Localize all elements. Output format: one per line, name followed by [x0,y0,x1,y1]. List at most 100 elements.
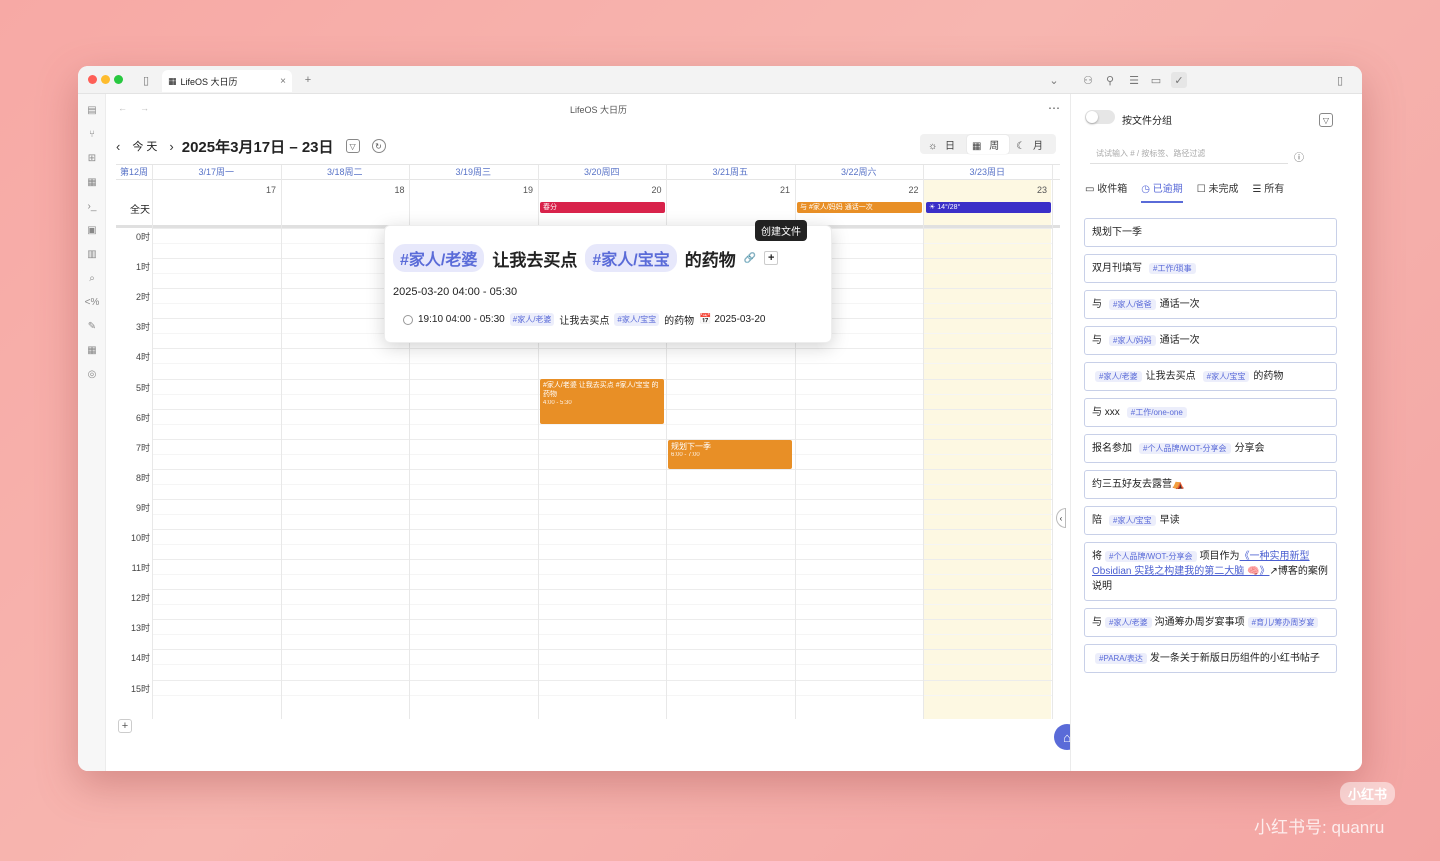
popup-task-line: 19:10 04:00 - 05:30 #家人/老婆 让我去买点 #家人/宝宝 … [403,312,765,327]
calendar-check-icon[interactable]: ▦ [84,342,100,358]
day-header[interactable]: 3/22周六 [795,165,924,179]
task-item[interactable]: 双月刊填写 #工作/琐事 [1084,254,1337,283]
calendar-icon[interactable]: ▦ [84,174,100,190]
tab-overdue[interactable]: ◷ 已逾期 [1141,180,1183,203]
pen-icon[interactable]: ✎ [84,318,100,334]
search-plugin-icon[interactable]: ⚲ [1102,72,1118,88]
graph-view-icon[interactable]: ⑂ [84,126,100,142]
add-event-button[interactable]: + [118,719,132,733]
tab-title: LifeOS 大日历 [180,76,238,87]
task-item[interactable]: 报名参加 #个人品牌/WOT-分享会 分享会 [1084,434,1337,463]
close-window-button[interactable] [88,75,97,84]
back-arrow-icon[interactable]: ← [118,103,127,113]
right-sidebar-toggle-icon[interactable]: ▯ [1332,72,1348,88]
hour-label: 3时 [135,322,150,333]
task-item[interactable]: 与 xxx #工作/one-one [1084,398,1337,427]
task-item[interactable]: 规划下一季 [1084,218,1337,247]
task-item[interactable]: 陪 #家人/宝宝 早读 [1084,506,1337,535]
list-icon[interactable]: ☰ [1126,72,1142,88]
file-icon[interactable]: ▤ [84,102,100,118]
hour-label: 10时 [130,533,150,543]
task-item[interactable]: 与 #家人/妈妈 通话一次 [1084,326,1337,355]
terminal-icon[interactable]: ›_ [84,198,100,214]
day-number[interactable]: 19 [413,185,533,195]
tab-inbox[interactable]: ▭ 收件箱 [1085,180,1127,203]
today-button[interactable]: 今 天 [132,138,157,154]
day-header[interactable]: 3/19周三 [409,165,538,179]
sidebar-toggle-icon[interactable]: ▯ [138,72,154,88]
graph-icon[interactable]: ⚇ [1080,72,1096,88]
event-time: 6:00 - 7:00 [671,452,700,458]
task-item[interactable]: 将 #个人品牌/WOT-分享会 项目作为《一种实用新型 Obsidian 实践之构建… [1084,542,1337,601]
day-header[interactable]: 3/20周四 [538,165,667,179]
tab-lifeos[interactable]: ▦ LifeOS 大日历 × [162,70,292,92]
task-item[interactable]: #PARA/表达 发一条关于新版日历组件的小红书帖子 [1084,644,1337,673]
column-divider [152,165,153,719]
more-options-icon[interactable]: ⋯ [1048,101,1060,115]
event-plan-next-quarter[interactable]: 规划下一季 6:00 - 7:00 [668,440,792,469]
half-hour-line [152,453,1052,455]
day-number[interactable]: 22 [799,185,918,195]
hour-line [152,619,1052,621]
filter-icon[interactable]: ▽ [1319,113,1333,127]
check-circle-icon[interactable]: ◎ [84,366,100,382]
help-icon[interactable]: ⓘ [1294,149,1304,164]
task-item[interactable]: 与 #家人/老婆 沟通筹办周岁宴事项 #育儿/筹办周岁宴 [1084,608,1337,637]
day-number[interactable]: 17 [156,185,276,195]
filter-icon[interactable]: ▽ [345,139,360,153]
archive-icon[interactable]: ▭ [1148,72,1164,88]
search-icon[interactable]: ⌕ [84,270,100,286]
event-chip-call-mom[interactable]: 与 #家人/妈妈 通话一次 [797,202,922,213]
app-window: ▯ ▦ LifeOS 大日历 × + ⌄ ⚇ ⚲ ☰ ▭ ✓ ▯ ▤ ⑂ ⊞ ▦… [78,66,1362,771]
half-hour-line [152,544,1052,545]
day-number[interactable]: 18 [285,185,404,195]
code-icon[interactable]: <% [84,294,100,310]
new-tab-icon[interactable]: + [300,72,316,88]
day-header[interactable]: 3/21周五 [666,165,795,179]
task-check-icon[interactable]: ✓ [1171,72,1187,88]
image-icon[interactable]: ▣ [84,222,100,238]
task-search-input[interactable]: 试试输入 # / 按标签、路径过滤 [1090,144,1288,164]
view-day-button[interactable]: ☼ 日 [923,135,965,154]
view-week-button[interactable]: ▦ 周 [967,134,1010,154]
minimize-window-button[interactable] [101,75,110,84]
refresh-icon[interactable]: ↻ [371,139,386,153]
task-item[interactable]: 约三五好友去露营⛺ [1084,470,1337,499]
view-month-button[interactable]: ☾ 月 [1011,135,1053,154]
close-tab-icon[interactable]: × [280,76,286,87]
task-checkbox[interactable] [403,314,413,325]
tag-baby[interactable]: #家人/宝宝 [585,244,677,272]
weather-chip[interactable]: ☀ 14°/28° [926,202,1051,213]
hour-label: 6时 [135,412,150,423]
forward-arrow-icon[interactable]: → [140,103,149,113]
tag-wife[interactable]: #家人/老婆 [393,244,485,272]
day-number[interactable]: 23 [927,185,1047,195]
half-hour-line [152,513,1052,515]
task-item[interactable]: 与 #家人/爸爸 通话一次 [1084,290,1337,319]
day-header[interactable]: 3/17周一 [152,165,281,179]
day-header[interactable]: 3/23周日 [923,165,1052,179]
event-chip-spring-equinox[interactable]: 春分 [540,202,665,213]
tab-all[interactable]: ☰ 所有 [1253,180,1285,203]
prev-week-icon[interactable]: ‹ [116,139,120,154]
left-ribbon: ▤ ⑂ ⊞ ▦ ›_ ▣ ▥ ⌕ <% ✎ ▦ ◎ [78,94,106,771]
layout-icon[interactable]: ▥ [84,246,100,262]
day-number[interactable]: 20 [542,185,661,195]
next-week-icon[interactable]: › [169,139,173,154]
task-item[interactable]: #家人/老婆 让我去买点 #家人/宝宝 的药物 [1084,362,1337,391]
tab-incomplete[interactable]: ☐ 未完成 [1197,180,1239,203]
day-number[interactable]: 21 [670,185,790,195]
hour-line [152,559,1052,561]
day-header[interactable]: 3/18周二 [281,165,410,179]
event-buy-medicine[interactable]: #家人/老婆 让我去买点 #家人/宝宝 的药物 4:00 - 5:30 [540,379,664,424]
create-file-button[interactable]: + [764,251,779,265]
group-by-file-label: 按文件分组 [1122,116,1172,127]
event-title: #家人/老婆 让我去买点 #家人/宝宝 的药物 [543,382,659,398]
half-hour-line [152,664,1052,666]
hour-line [152,649,1052,651]
group-by-file-toggle[interactable] [1085,110,1115,124]
chevron-down-icon[interactable]: ⌄ [1046,72,1062,88]
link-icon[interactable]: 🔗 [744,253,756,264]
grid-icon[interactable]: ⊞ [84,150,100,166]
maximize-window-button[interactable] [114,75,123,84]
